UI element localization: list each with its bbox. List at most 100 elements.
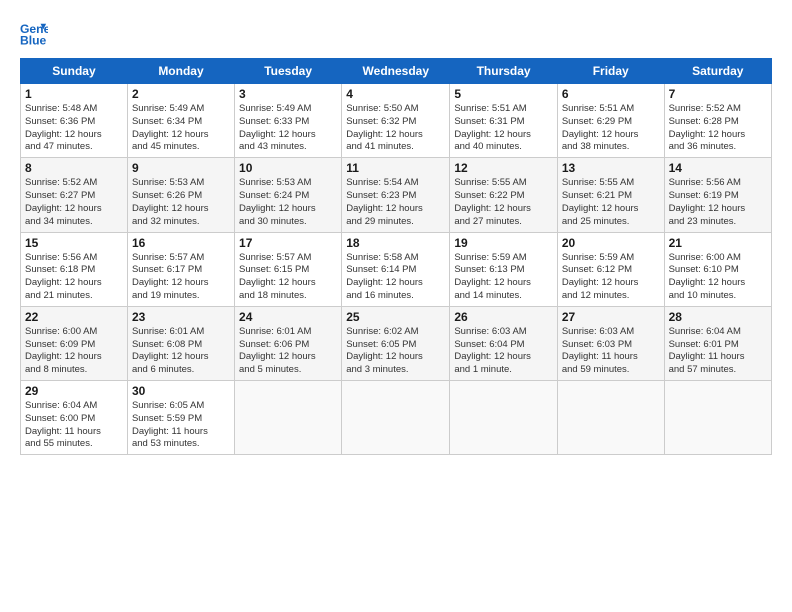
- day-cell: 10 Sunrise: 5:53 AM Sunset: 6:24 PM Dayli…: [235, 158, 342, 232]
- day-number: 20: [562, 236, 660, 250]
- day-info: Sunrise: 6:03 AM Sunset: 6:04 PM Dayligh…: [454, 326, 553, 377]
- day-number: 8: [25, 161, 123, 175]
- day-cell: 16 Sunrise: 5:57 AM Sunset: 6:17 PM Dayli…: [127, 232, 234, 306]
- day-info: Sunrise: 5:55 AM Sunset: 6:22 PM Dayligh…: [454, 177, 553, 228]
- day-cell: 23 Sunrise: 6:01 AM Sunset: 6:08 PM Dayli…: [127, 306, 234, 380]
- week-row-2: 8 Sunrise: 5:52 AM Sunset: 6:27 PM Daylig…: [21, 158, 772, 232]
- day-cell: 18 Sunrise: 5:58 AM Sunset: 6:14 PM Dayli…: [342, 232, 450, 306]
- weekday-thursday: Thursday: [450, 59, 558, 84]
- day-number: 19: [454, 236, 553, 250]
- day-number: 5: [454, 87, 553, 101]
- logo: General Blue: [20, 20, 50, 48]
- day-cell: 20 Sunrise: 5:59 AM Sunset: 6:12 PM Dayli…: [557, 232, 664, 306]
- day-cell: 21Sunrise: 6:00 AM Sunset: 6:10 PM Dayli…: [664, 232, 771, 306]
- day-number: 25: [346, 310, 445, 324]
- calendar-table: SundayMondayTuesdayWednesdayThursdayFrid…: [20, 58, 772, 455]
- day-info: Sunrise: 5:55 AM Sunset: 6:21 PM Dayligh…: [562, 177, 660, 228]
- day-info: Sunrise: 5:52 AM Sunset: 6:28 PM Dayligh…: [669, 103, 767, 154]
- calendar-page: General Blue SundayMondayTuesdayWednesda…: [0, 0, 792, 612]
- day-info: Sunrise: 6:04 AM Sunset: 6:01 PM Dayligh…: [669, 326, 767, 377]
- day-info: Sunrise: 5:57 AM Sunset: 6:17 PM Dayligh…: [132, 252, 230, 303]
- day-number: 6: [562, 87, 660, 101]
- day-cell: 11 Sunrise: 5:54 AM Sunset: 6:23 PM Dayli…: [342, 158, 450, 232]
- day-cell: 8 Sunrise: 5:52 AM Sunset: 6:27 PM Daylig…: [21, 158, 128, 232]
- day-info: Sunrise: 5:48 AM Sunset: 6:36 PM Dayligh…: [25, 103, 123, 154]
- weekday-tuesday: Tuesday: [235, 59, 342, 84]
- day-cell: 19 Sunrise: 5:59 AM Sunset: 6:13 PM Dayli…: [450, 232, 558, 306]
- day-info: Sunrise: 5:59 AM Sunset: 6:12 PM Dayligh…: [562, 252, 660, 303]
- day-info: Sunrise: 5:54 AM Sunset: 6:23 PM Dayligh…: [346, 177, 445, 228]
- day-info: Sunrise: 5:51 AM Sunset: 6:29 PM Dayligh…: [562, 103, 660, 154]
- day-info: Sunrise: 5:58 AM Sunset: 6:14 PM Dayligh…: [346, 252, 445, 303]
- day-number: 28: [669, 310, 767, 324]
- header: General Blue: [20, 20, 772, 48]
- day-info: Sunrise: 5:56 AM Sunset: 6:19 PM Dayligh…: [669, 177, 767, 228]
- day-cell: 12Sunrise: 5:55 AM Sunset: 6:22 PM Dayli…: [450, 158, 558, 232]
- weekday-monday: Monday: [127, 59, 234, 84]
- day-cell: 25 Sunrise: 6:02 AM Sunset: 6:05 PM Dayli…: [342, 306, 450, 380]
- week-row-1: 1 Sunrise: 5:48 AM Sunset: 6:36 PM Daylig…: [21, 84, 772, 158]
- day-number: 23: [132, 310, 230, 324]
- weekday-saturday: Saturday: [664, 59, 771, 84]
- week-row-4: 22 Sunrise: 6:00 AM Sunset: 6:09 PM Dayli…: [21, 306, 772, 380]
- day-number: 7: [669, 87, 767, 101]
- day-number: 16: [132, 236, 230, 250]
- day-cell: 14Sunrise: 5:56 AM Sunset: 6:19 PM Dayli…: [664, 158, 771, 232]
- day-number: 10: [239, 161, 337, 175]
- day-info: Sunrise: 5:49 AM Sunset: 6:34 PM Dayligh…: [132, 103, 230, 154]
- weekday-wednesday: Wednesday: [342, 59, 450, 84]
- day-cell: 6 Sunrise: 5:51 AM Sunset: 6:29 PM Daylig…: [557, 84, 664, 158]
- day-number: 9: [132, 161, 230, 175]
- day-number: 22: [25, 310, 123, 324]
- day-cell: 5Sunrise: 5:51 AM Sunset: 6:31 PM Daylig…: [450, 84, 558, 158]
- week-row-5: 29Sunrise: 6:04 AM Sunset: 6:00 PM Dayli…: [21, 381, 772, 455]
- day-number: 18: [346, 236, 445, 250]
- day-info: Sunrise: 5:49 AM Sunset: 6:33 PM Dayligh…: [239, 103, 337, 154]
- day-info: Sunrise: 6:03 AM Sunset: 6:03 PM Dayligh…: [562, 326, 660, 377]
- week-row-3: 15Sunrise: 5:56 AM Sunset: 6:18 PM Dayli…: [21, 232, 772, 306]
- svg-text:Blue: Blue: [20, 33, 47, 47]
- day-info: Sunrise: 6:01 AM Sunset: 6:08 PM Dayligh…: [132, 326, 230, 377]
- day-cell: 13 Sunrise: 5:55 AM Sunset: 6:21 PM Dayli…: [557, 158, 664, 232]
- day-cell: 9Sunrise: 5:53 AM Sunset: 6:26 PM Daylig…: [127, 158, 234, 232]
- day-number: 27: [562, 310, 660, 324]
- day-number: 30: [132, 384, 230, 398]
- day-number: 13: [562, 161, 660, 175]
- day-number: 24: [239, 310, 337, 324]
- day-cell: 2 Sunrise: 5:49 AM Sunset: 6:34 PM Daylig…: [127, 84, 234, 158]
- day-info: Sunrise: 5:50 AM Sunset: 6:32 PM Dayligh…: [346, 103, 445, 154]
- day-info: Sunrise: 6:02 AM Sunset: 6:05 PM Dayligh…: [346, 326, 445, 377]
- day-info: Sunrise: 5:53 AM Sunset: 6:24 PM Dayligh…: [239, 177, 337, 228]
- day-cell: 29Sunrise: 6:04 AM Sunset: 6:00 PM Dayli…: [21, 381, 128, 455]
- day-cell: 15Sunrise: 5:56 AM Sunset: 6:18 PM Dayli…: [21, 232, 128, 306]
- day-number: 21: [669, 236, 767, 250]
- day-cell: 24Sunrise: 6:01 AM Sunset: 6:06 PM Dayli…: [235, 306, 342, 380]
- day-number: 1: [25, 87, 123, 101]
- day-number: 3: [239, 87, 337, 101]
- day-cell: 26Sunrise: 6:03 AM Sunset: 6:04 PM Dayli…: [450, 306, 558, 380]
- logo-icon: General Blue: [20, 20, 48, 48]
- day-cell: [235, 381, 342, 455]
- day-number: 15: [25, 236, 123, 250]
- weekday-header-row: SundayMondayTuesdayWednesdayThursdayFrid…: [21, 59, 772, 84]
- day-number: 4: [346, 87, 445, 101]
- calendar-body: 1 Sunrise: 5:48 AM Sunset: 6:36 PM Daylig…: [21, 84, 772, 455]
- day-cell: 28 Sunrise: 6:04 AM Sunset: 6:01 PM Dayli…: [664, 306, 771, 380]
- day-number: 29: [25, 384, 123, 398]
- weekday-sunday: Sunday: [21, 59, 128, 84]
- day-cell: [557, 381, 664, 455]
- day-number: 2: [132, 87, 230, 101]
- day-info: Sunrise: 5:59 AM Sunset: 6:13 PM Dayligh…: [454, 252, 553, 303]
- day-cell: 27 Sunrise: 6:03 AM Sunset: 6:03 PM Dayli…: [557, 306, 664, 380]
- day-cell: 30Sunrise: 6:05 AM Sunset: 5:59 PM Dayli…: [127, 381, 234, 455]
- day-info: Sunrise: 5:52 AM Sunset: 6:27 PM Dayligh…: [25, 177, 123, 228]
- day-cell: 1 Sunrise: 5:48 AM Sunset: 6:36 PM Daylig…: [21, 84, 128, 158]
- day-number: 11: [346, 161, 445, 175]
- day-cell: [342, 381, 450, 455]
- day-info: Sunrise: 6:00 AM Sunset: 6:09 PM Dayligh…: [25, 326, 123, 377]
- day-number: 17: [239, 236, 337, 250]
- day-cell: 4 Sunrise: 5:50 AM Sunset: 6:32 PM Daylig…: [342, 84, 450, 158]
- day-cell: [664, 381, 771, 455]
- day-cell: 7 Sunrise: 5:52 AM Sunset: 6:28 PM Daylig…: [664, 84, 771, 158]
- day-info: Sunrise: 5:57 AM Sunset: 6:15 PM Dayligh…: [239, 252, 337, 303]
